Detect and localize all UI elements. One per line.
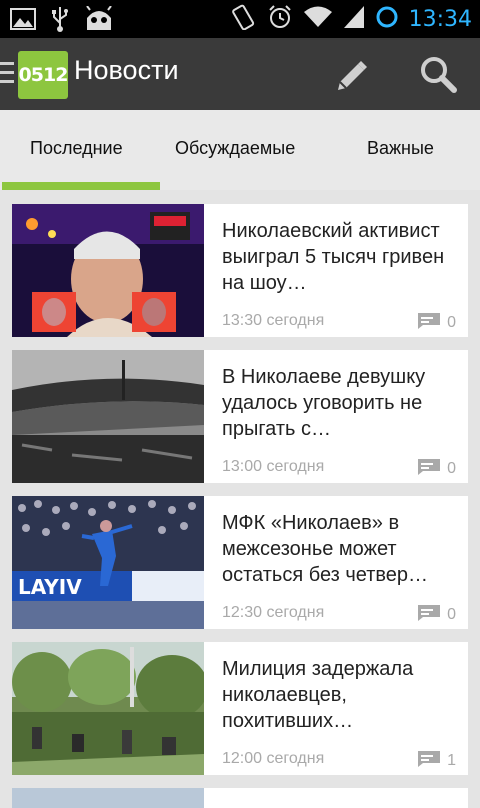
svg-text:LAYIV: LAYIV xyxy=(18,575,82,599)
usb-icon xyxy=(50,6,70,36)
tab-indicator xyxy=(2,182,160,190)
news-title: Николаевский активист выиграл 5 тысяч гр… xyxy=(222,220,445,294)
news-title: МФК «Николаев» в межсезонье может остать… xyxy=(222,512,429,586)
edit-icon xyxy=(330,61,374,98)
news-thumbnail xyxy=(12,642,204,775)
news-thumbnail xyxy=(12,204,204,337)
comment-icon xyxy=(417,312,441,334)
search-icon xyxy=(416,57,460,100)
edit-button[interactable] xyxy=(330,54,374,94)
comment-count: 0 xyxy=(447,314,456,331)
news-item[interactable]: Милиция задержала николаевцев, похитивши… xyxy=(12,642,468,775)
tab-bar: Последние Обсуждаемые Важные xyxy=(0,110,480,190)
news-time: 13:30 сегодня xyxy=(222,312,325,329)
menu-icon[interactable] xyxy=(0,62,14,84)
rotate-icon xyxy=(231,4,257,34)
image-icon xyxy=(10,7,36,35)
news-item[interactable] xyxy=(12,788,468,808)
comment-count: 1 xyxy=(447,752,456,769)
news-comments: 1 xyxy=(417,750,456,772)
news-time: 12:00 сегодня xyxy=(222,750,325,767)
news-time: 12:30 сегодня xyxy=(222,604,325,621)
comment-icon xyxy=(417,458,441,480)
tab-latest[interactable]: Последние xyxy=(30,138,123,159)
android-icon xyxy=(84,5,114,36)
status-bar: 13:34 xyxy=(0,0,480,38)
news-title: В Николаеве девушку удалось уговорить не… xyxy=(222,366,426,440)
action-bar: 0512 Новости xyxy=(0,38,480,110)
news-thumbnail: LAYIV xyxy=(12,496,204,629)
tab-discussed[interactable]: Обсуждаемые xyxy=(175,138,295,159)
news-thumbnail xyxy=(12,350,204,483)
comment-count: 0 xyxy=(447,606,456,623)
signal-icon xyxy=(343,5,365,33)
search-button[interactable] xyxy=(416,52,460,96)
sync-icon xyxy=(375,5,399,33)
comment-icon xyxy=(417,604,441,626)
page-title: Новости xyxy=(74,55,179,85)
comment-count: 0 xyxy=(447,460,456,477)
news-thumbnail xyxy=(12,788,204,808)
status-time: 13:34 xyxy=(408,6,472,32)
app-logo[interactable]: 0512 xyxy=(18,51,68,99)
news-time: 13:00 сегодня xyxy=(222,458,325,475)
news-item[interactable]: В Николаеве девушку удалось уговорить не… xyxy=(12,350,468,483)
news-comments: 0 xyxy=(417,458,456,480)
alarm-icon xyxy=(267,4,293,34)
news-item[interactable]: LAYIV МФК «Николаев» в межсезонье может … xyxy=(12,496,468,629)
news-comments: 0 xyxy=(417,312,456,334)
news-item[interactable]: Николаевский активист выиграл 5 тысяч гр… xyxy=(12,204,468,337)
news-title: Милиция задержала николаевцев, похитивши… xyxy=(222,658,414,732)
wifi-icon xyxy=(303,5,333,33)
news-comments: 0 xyxy=(417,604,456,626)
tab-important[interactable]: Важные xyxy=(367,138,434,159)
comment-icon xyxy=(417,750,441,772)
